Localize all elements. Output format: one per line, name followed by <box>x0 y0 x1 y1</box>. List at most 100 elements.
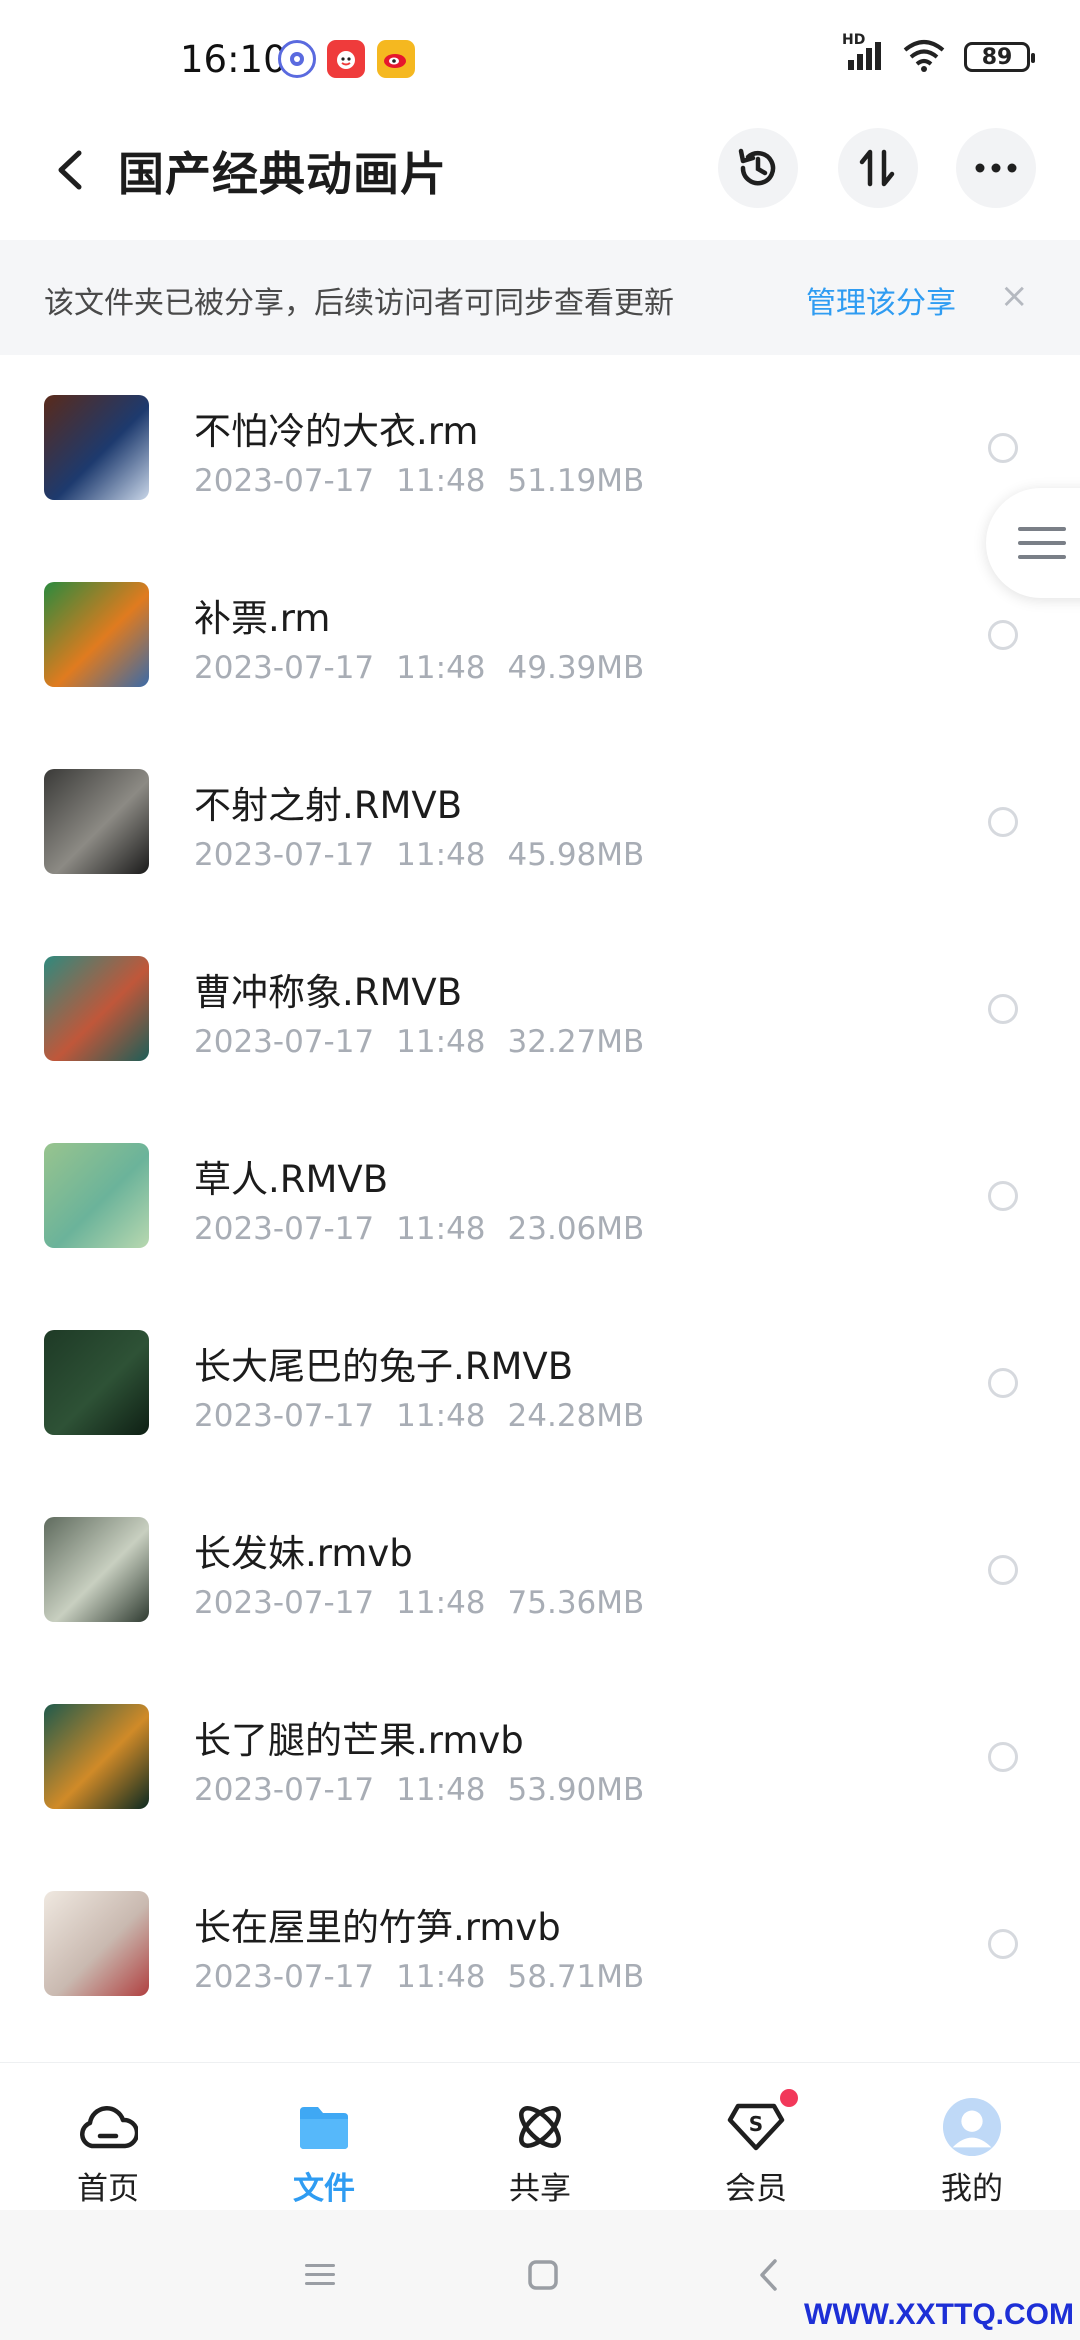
sort-button[interactable] <box>838 128 918 208</box>
select-checkbox[interactable] <box>988 1555 1018 1585</box>
video-thumbnail <box>44 1330 149 1435</box>
system-back-button[interactable] <box>744 2250 794 2300</box>
tab-me[interactable]: 我的 <box>864 2063 1080 2211</box>
vip-icon: S <box>726 2089 798 2155</box>
file-name: 长发妹.rmvb <box>194 1532 413 1575</box>
file-size: 49.39MB <box>507 650 645 686</box>
file-name: 不射之射.RMVB <box>194 784 463 827</box>
history-button[interactable] <box>718 128 798 208</box>
tab-label: 会员 <box>725 2171 787 2207</box>
tab-files[interactable]: 文件 <box>216 2063 432 2211</box>
file-size: 32.27MB <box>507 1024 645 1060</box>
file-time: 11:48 <box>396 1772 486 1808</box>
file-list-item[interactable]: 不怕冷的大衣.rm 2023-07-17 11:48 51.19MB <box>0 355 1080 542</box>
video-thumbnail <box>44 1704 149 1809</box>
file-date: 2023-07-17 <box>194 650 375 686</box>
status-icons: HD 89 <box>842 32 1035 76</box>
file-size: 58.71MB <box>507 1959 645 1995</box>
file-name: 补票.rm <box>194 597 331 640</box>
menu-icon <box>305 2264 335 2285</box>
home-cloud-icon <box>78 2099 138 2155</box>
file-list-item[interactable]: 长在屋里的竹笋.rmvb 2023-07-17 11:48 58.71MB <box>0 1851 1080 2038</box>
home-button[interactable] <box>518 2250 568 2300</box>
square-icon <box>528 2260 558 2290</box>
file-date: 2023-07-17 <box>194 1211 375 1247</box>
screen: 16:10 HD 89 国产经典动画片 该文件夹已被分享，后续访问者可同步查看更… <box>0 0 1080 2340</box>
file-meta: 2023-07-17 11:48 51.19MB <box>194 463 666 499</box>
status-bar: 16:10 HD 89 <box>0 0 1080 110</box>
select-checkbox[interactable] <box>988 433 1018 463</box>
file-meta: 2023-07-17 11:48 32.27MB <box>194 1024 666 1060</box>
file-size: 51.19MB <box>507 463 645 499</box>
select-checkbox[interactable] <box>988 994 1018 1024</box>
back-icon <box>58 150 82 190</box>
file-time: 11:48 <box>396 1585 486 1621</box>
select-checkbox[interactable] <box>988 620 1018 650</box>
sort-icon <box>859 149 895 187</box>
file-size: 53.90MB <box>507 1772 645 1808</box>
select-checkbox[interactable] <box>988 1929 1018 1959</box>
recent-apps-button[interactable] <box>295 2250 345 2300</box>
back-icon <box>760 2259 777 2291</box>
svg-text:S: S <box>749 2112 763 2136</box>
tab-label: 文件 <box>293 2171 355 2207</box>
share-notice-text: 该文件夹已被分享，后续访问者可同步查看更新 <box>44 286 674 321</box>
tab-label: 首页 <box>77 2171 139 2207</box>
file-name: 长了腿的芒果.rmvb <box>194 1719 524 1762</box>
more-button[interactable] <box>956 128 1036 208</box>
avatar-icon <box>942 2097 1002 2157</box>
file-time: 11:48 <box>396 1024 486 1060</box>
file-time: 11:48 <box>396 1211 486 1247</box>
close-banner-button[interactable]: × <box>1000 276 1029 316</box>
file-size: 75.36MB <box>507 1585 645 1621</box>
select-checkbox[interactable] <box>988 1742 1018 1772</box>
file-list-item[interactable]: 长大尾巴的兔子.RMVB 2023-07-17 11:48 24.28MB <box>0 1290 1080 1477</box>
file-meta: 2023-07-17 11:48 75.36MB <box>194 1585 666 1621</box>
file-time: 11:48 <box>396 1959 486 1995</box>
share-notice-banner: 该文件夹已被分享，后续访问者可同步查看更新 管理该分享 × <box>0 240 1080 355</box>
battery-indicator: 89 <box>964 42 1035 72</box>
tab-share[interactable]: 共享 <box>432 2063 648 2211</box>
file-list-item[interactable]: 草人.RMVB 2023-07-17 11:48 23.06MB <box>0 1103 1080 1290</box>
file-size: 23.06MB <box>507 1211 645 1247</box>
select-checkbox[interactable] <box>988 1368 1018 1398</box>
file-name: 长大尾巴的兔子.RMVB <box>194 1345 574 1388</box>
back-button[interactable] <box>40 140 100 200</box>
file-time: 11:48 <box>396 650 486 686</box>
file-list-item[interactable]: 不射之射.RMVB 2023-07-17 11:48 45.98MB <box>0 729 1080 916</box>
file-meta: 2023-07-17 11:48 23.06MB <box>194 1211 666 1247</box>
app-header: 国产经典动画片 <box>0 110 1080 240</box>
signal-icon: HD <box>842 32 884 76</box>
file-list-item[interactable]: 曹冲称象.RMVB 2023-07-17 11:48 32.27MB <box>0 916 1080 1103</box>
file-time: 11:48 <box>396 1398 486 1434</box>
file-time: 11:48 <box>396 837 486 873</box>
file-date: 2023-07-17 <box>194 1024 375 1060</box>
share-orbit-icon <box>510 2099 570 2155</box>
tab-vip[interactable]: S 会员 <box>648 2063 864 2211</box>
tab-label: 共享 <box>509 2171 571 2207</box>
menu-icon <box>1018 527 1066 559</box>
network-type-label: HD <box>842 32 866 48</box>
more-icon <box>975 163 1017 173</box>
file-list-item[interactable]: 补票.rm 2023-07-17 11:48 49.39MB <box>0 542 1080 729</box>
file-time: 11:48 <box>396 463 486 499</box>
app-notification-icon <box>278 40 316 78</box>
weibo-notification-icon <box>377 40 415 78</box>
wifi-icon <box>902 38 946 76</box>
select-checkbox[interactable] <box>988 1181 1018 1211</box>
notification-dot <box>780 2089 798 2107</box>
select-checkbox[interactable] <box>988 807 1018 837</box>
file-list-item[interactable]: 长了腿的芒果.rmvb 2023-07-17 11:48 53.90MB <box>0 1664 1080 1851</box>
file-meta: 2023-07-17 11:48 58.71MB <box>194 1959 666 1995</box>
page-title: 国产经典动画片 <box>118 147 447 201</box>
manage-share-link[interactable]: 管理该分享 <box>806 278 956 322</box>
file-size: 45.98MB <box>507 837 645 873</box>
tab-home[interactable]: 首页 <box>0 2063 216 2211</box>
file-meta: 2023-07-17 11:48 49.39MB <box>194 650 666 686</box>
file-size: 24.28MB <box>507 1398 645 1434</box>
battery-level: 89 <box>981 44 1013 70</box>
file-list-item[interactable]: 长发妹.rmvb 2023-07-17 11:48 75.36MB <box>0 1477 1080 1664</box>
tab-label: 我的 <box>941 2171 1003 2207</box>
video-thumbnail <box>44 769 149 874</box>
file-date: 2023-07-17 <box>194 463 375 499</box>
